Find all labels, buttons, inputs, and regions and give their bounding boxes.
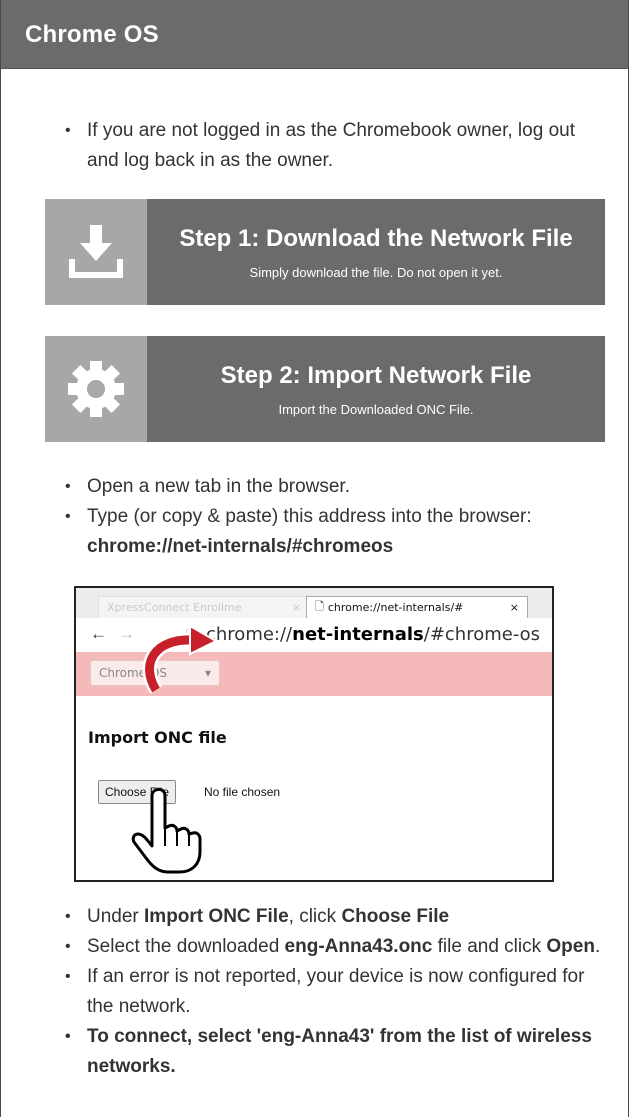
step-2-body: Step 2: Import Network File Import the D… — [147, 336, 605, 442]
tab-xpressconnect: XpressConnect Enrollme × — [98, 596, 310, 618]
net-internals-address: chrome://net-internals/#chromeos — [87, 536, 394, 557]
step-1-body: Step 1: Download the Network File Simply… — [147, 199, 605, 305]
import-onc-title: Import ONC file — [88, 728, 227, 747]
step-1-subtitle: Simply download the file. Do not open it… — [249, 264, 503, 280]
instruction-type-address-text: Type (or copy & paste) this address into… — [87, 506, 532, 527]
intro-list: If you are not logged in as the Chromebo… — [65, 116, 605, 176]
final-list: Under Import ONC File, click Choose File… — [65, 902, 615, 1082]
step-2-subtitle: Import the Downloaded ONC File. — [278, 401, 474, 417]
panel-header: Chrome OS — [1, 0, 628, 69]
back-icon: ← — [90, 624, 107, 643]
intro-item: If you are not logged in as the Chromebo… — [65, 116, 605, 176]
instruction-list: Open a new tab in the browser. Type (or … — [65, 472, 610, 562]
step-1-title: Step 1: Download the Network File — [179, 224, 573, 252]
instruction-type-address: Type (or copy & paste) this address into… — [65, 502, 610, 562]
final-select-onc: Select the downloaded eng-Anna43.onc fil… — [65, 932, 615, 962]
chrome-os-panel: Chrome OS If you are not logged in as th… — [0, 0, 629, 1117]
final-connect: To connect, select 'eng-Anna43' from the… — [65, 1022, 615, 1082]
browser-tab-bar: XpressConnect Enrollme × 🗋 chrome://net-… — [76, 588, 552, 618]
curved-arrow-icon — [142, 624, 219, 694]
address-url: chrome://net-internals/#chrome-os — [206, 624, 541, 645]
final-choose-file: Under Import ONC File, click Choose File — [65, 902, 615, 932]
download-icon — [45, 199, 147, 305]
step-2-banner[interactable]: Step 2: Import Network File Import the D… — [45, 336, 605, 442]
close-icon: × — [509, 601, 519, 614]
gear-icon — [45, 336, 147, 442]
tab-net-internals: 🗋 chrome://net-internals/# × — [306, 596, 528, 618]
tab-xpressconnect-label: XpressConnect Enrollme — [107, 601, 242, 614]
tab-net-internals-label: chrome://net-internals/# — [327, 601, 464, 614]
close-icon: × — [291, 601, 301, 614]
final-configured: If an error is not reported, your device… — [65, 962, 615, 1022]
step-1-banner[interactable]: Step 1: Download the Network File Simply… — [45, 199, 605, 305]
panel-title: Chrome OS — [25, 21, 159, 48]
instruction-open-tab: Open a new tab in the browser. — [65, 472, 610, 502]
page-icon: 🗋 — [315, 600, 324, 613]
pointer-hand-icon — [131, 787, 202, 874]
forward-icon: → — [118, 624, 135, 643]
browser-screenshot: XpressConnect Enrollme × 🗋 chrome://net-… — [74, 586, 554, 882]
step-2-title: Step 2: Import Network File — [220, 361, 532, 389]
